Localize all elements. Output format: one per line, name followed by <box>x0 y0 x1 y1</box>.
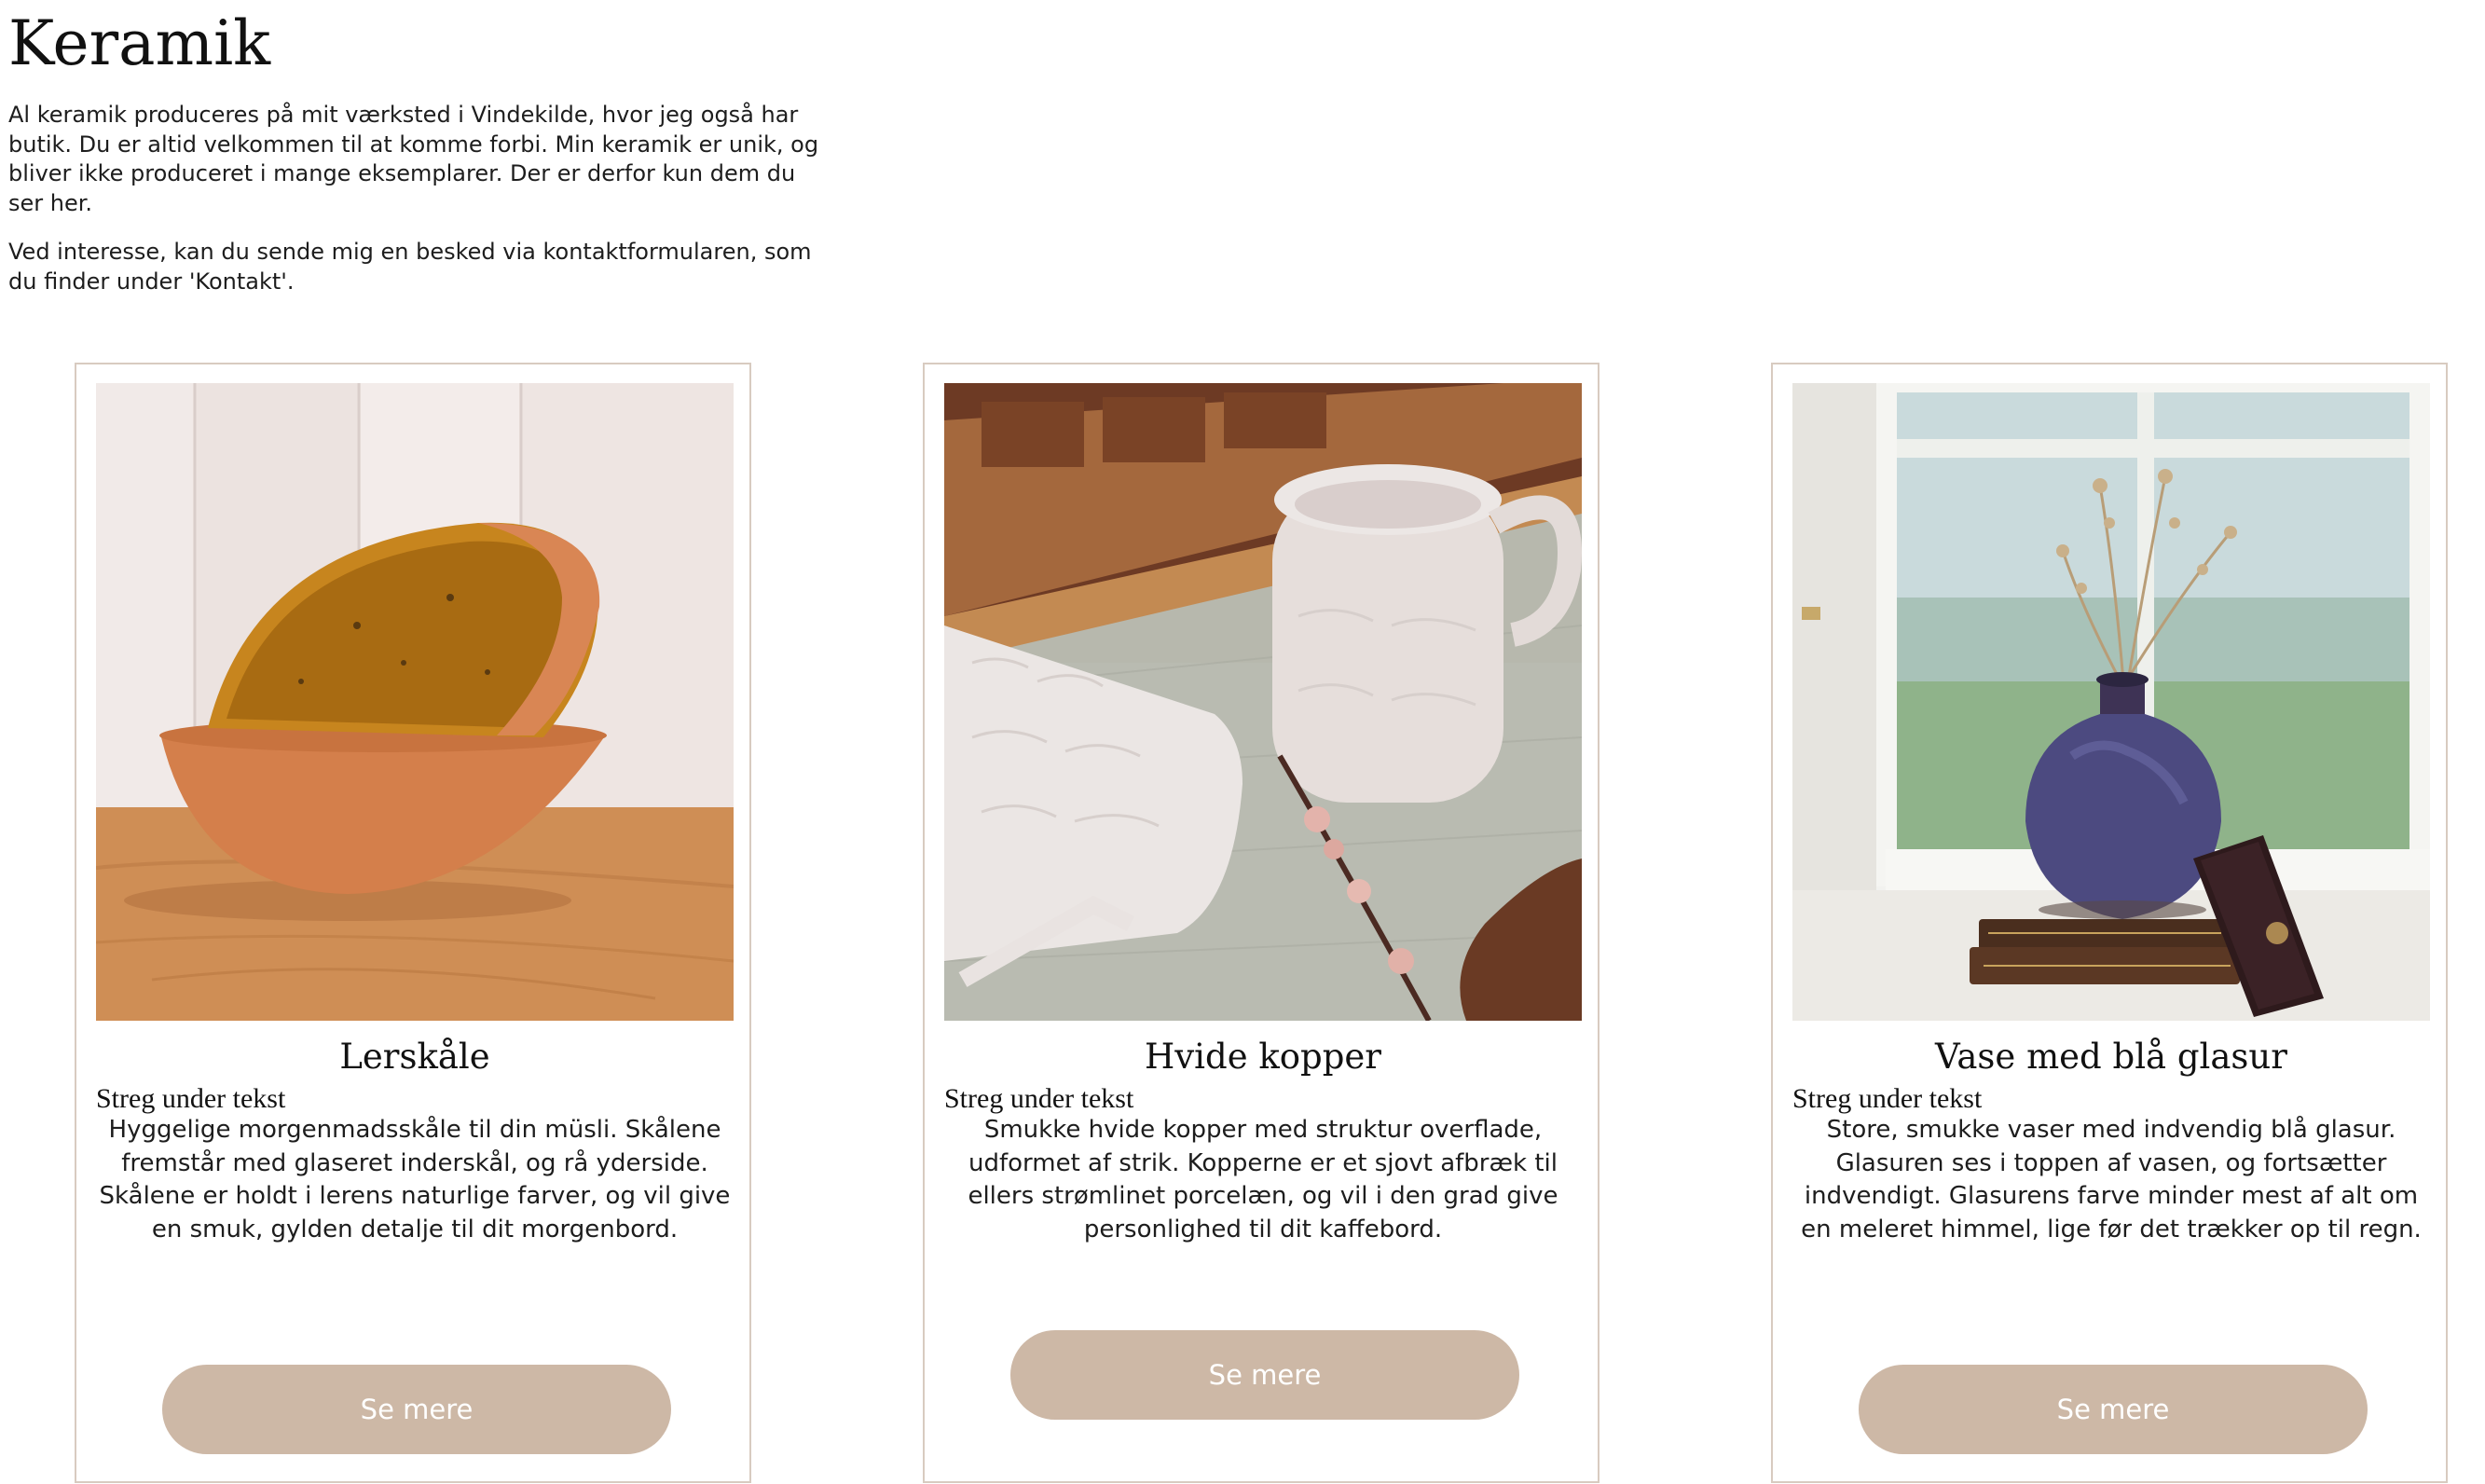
product-subtitle: Streg under tekst <box>96 1083 286 1114</box>
product-description: Smukke hvide kopper med struktur overfla… <box>968 1116 1558 1244</box>
product-image-cups[interactable] <box>944 383 1582 1021</box>
see-more-button[interactable]: Se mere <box>162 1365 671 1454</box>
product-subtitle: Streg under tekst <box>1792 1083 1983 1114</box>
product-card-vase-bla-glasur: Vase med blå glasur Streg under tekst St… <box>1771 363 2448 1483</box>
see-more-button[interactable]: Se mere <box>1010 1330 1519 1420</box>
product-title: Hvide kopper <box>1145 1037 1381 1077</box>
product-title: Lerskåle <box>339 1037 490 1077</box>
product-image-vase[interactable] <box>1792 383 2430 1021</box>
intro-paragraph: Al keramik produceres på mit værksted i … <box>8 102 819 216</box>
product-subtitle: Streg under tekst <box>944 1083 1134 1114</box>
product-description: Store, smukke vaser med indvendig blå gl… <box>1801 1116 2422 1244</box>
product-description: Hyggelige morgenmadsskåle til din müsli.… <box>99 1116 731 1244</box>
product-card-hvide-kopper: Hvide kopper Streg under tekst Smukke hv… <box>923 363 1599 1483</box>
see-more-button[interactable]: Se mere <box>1859 1365 2368 1454</box>
product-card-lerskale: Lerskåle Streg under tekst Hyggelige mor… <box>75 363 751 1483</box>
contact-note-paragraph: Ved interesse, kan du sende mig en beske… <box>8 239 812 295</box>
product-image-bowls[interactable] <box>96 383 734 1021</box>
page-title: Keramik <box>8 7 271 79</box>
product-title: Vase med blå glasur <box>1935 1037 2287 1077</box>
